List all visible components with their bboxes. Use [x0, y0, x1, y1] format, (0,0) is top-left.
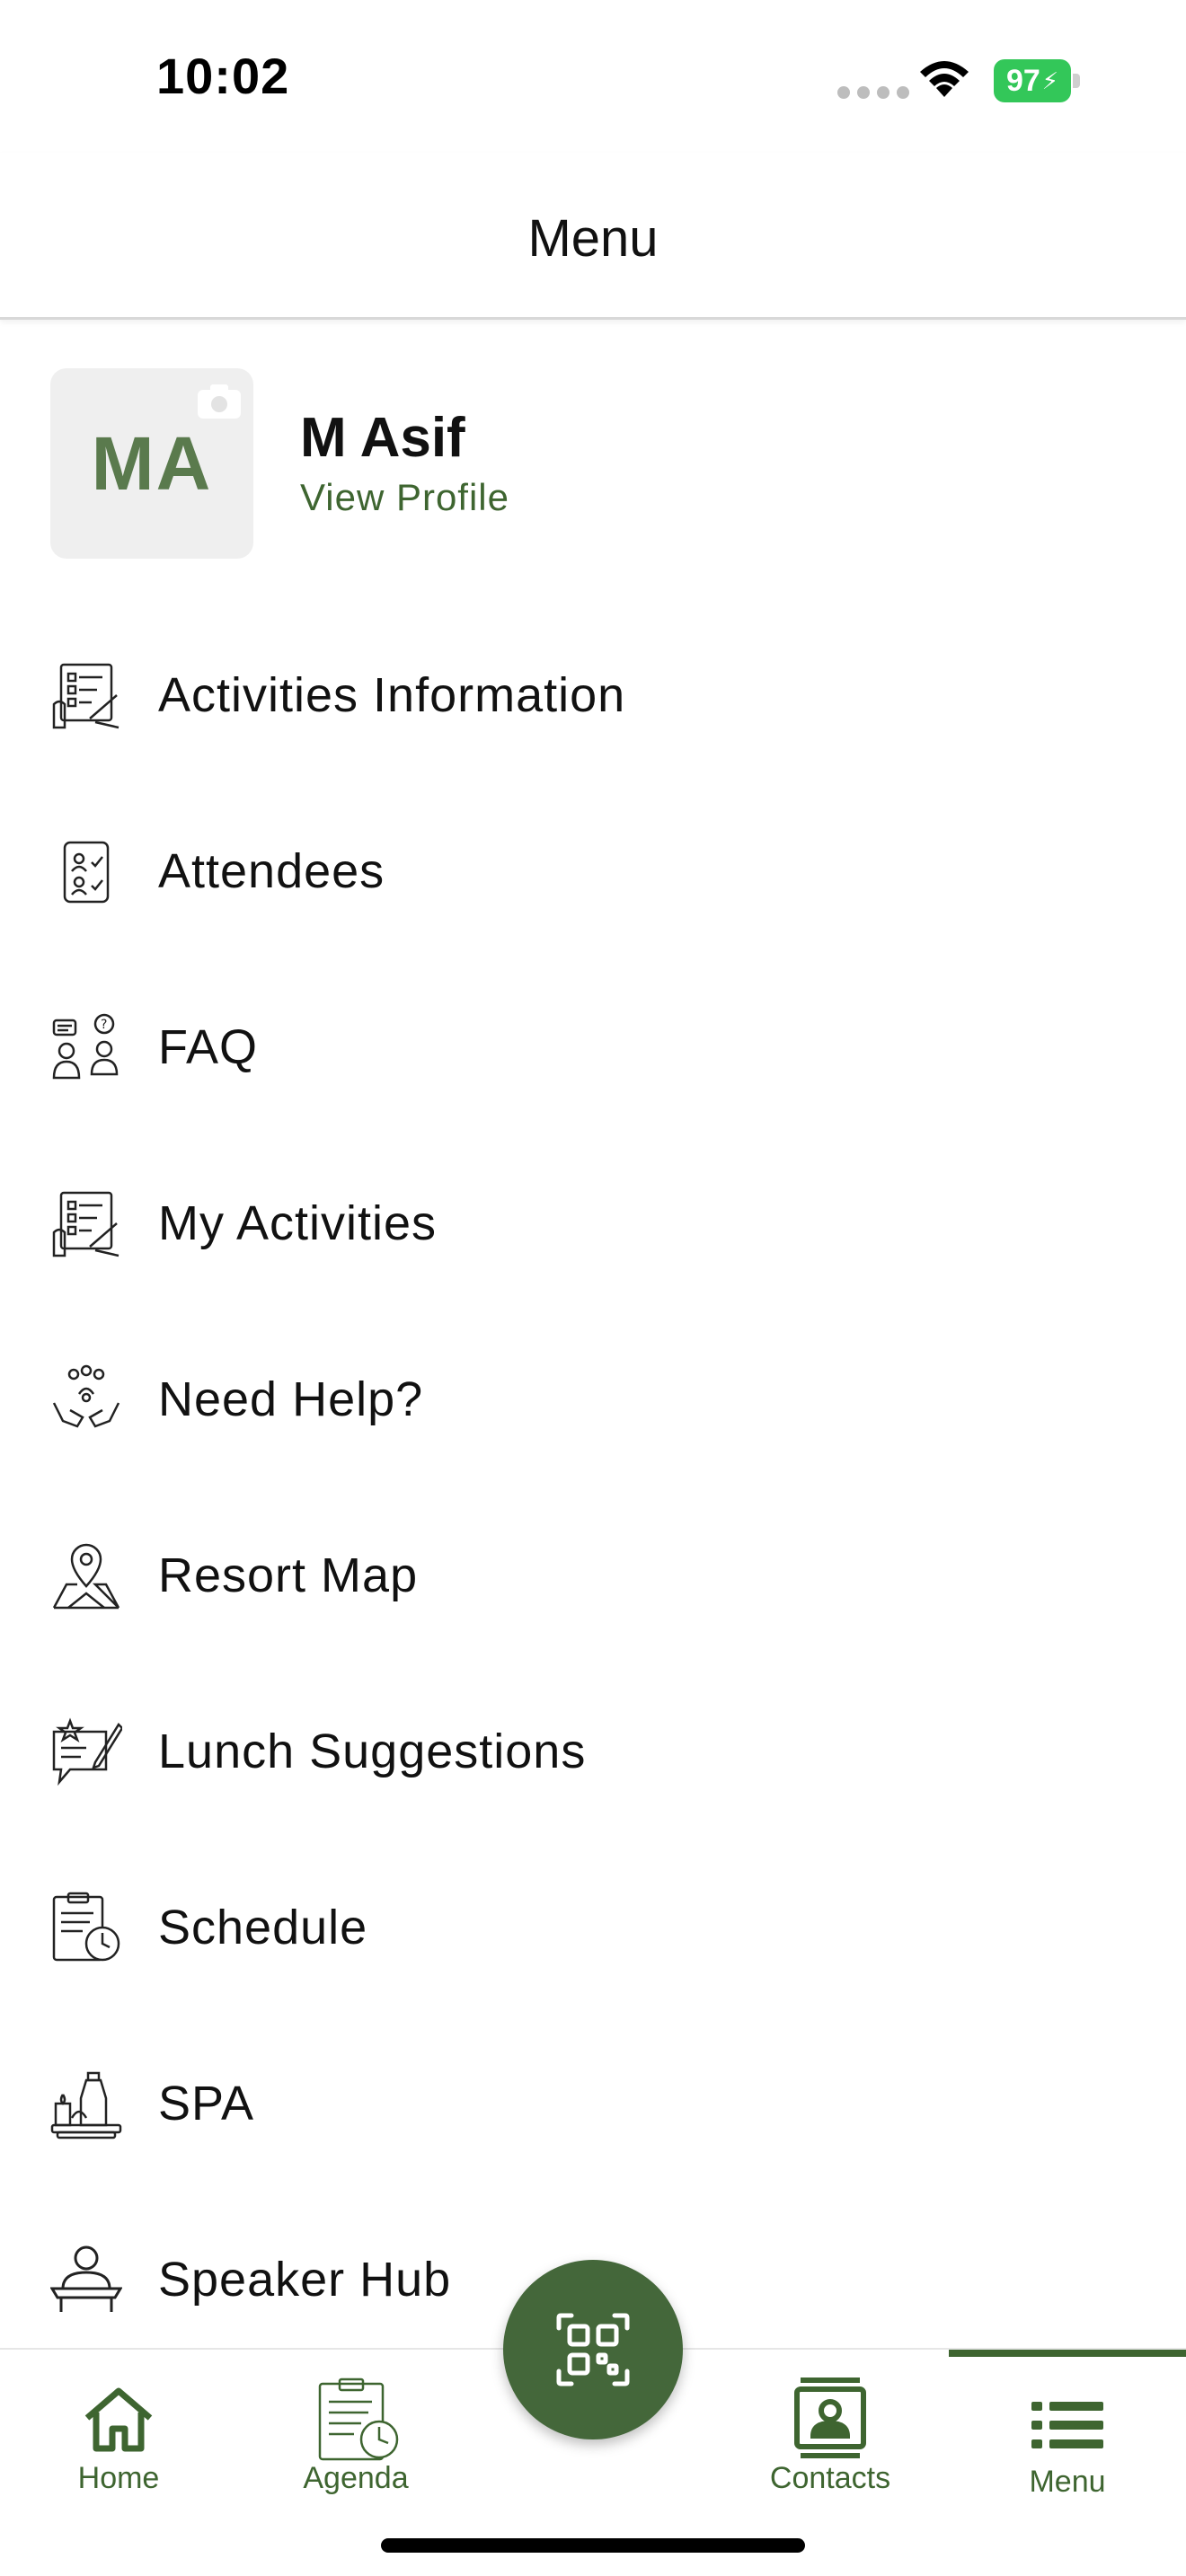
- my-activities-clipboard-icon: [52, 1191, 119, 1257]
- faq-people-icon: ?: [52, 1013, 119, 1080]
- status-time: 10:02: [156, 48, 290, 104]
- menu-list: Activities Information Attendees ? FAQ M…: [0, 607, 1186, 2368]
- attendees-list-icon: [63, 841, 110, 904]
- svg-text:?: ?: [101, 1018, 107, 1032]
- battery-level: 97: [1005, 63, 1040, 98]
- menu-item-my-activities[interactable]: My Activities: [0, 1135, 1186, 1311]
- page-title: Menu: [527, 209, 659, 268]
- tab-menu[interactable]: Menu: [949, 2350, 1186, 2529]
- map-pin-icon: [52, 1543, 120, 1610]
- menu-item-schedule[interactable]: Schedule: [0, 1839, 1186, 2016]
- profile-card[interactable]: MA M Asif View Profile: [50, 368, 1137, 560]
- home-icon: [84, 2387, 153, 2452]
- battery-icon: 97 ⚡: [994, 59, 1080, 102]
- navigation-header: Menu: [0, 153, 1186, 320]
- menu-item-label: Resort Map: [158, 1548, 419, 1602]
- home-indicator: [381, 2538, 805, 2553]
- menu-item-attendees[interactable]: Attendees: [0, 783, 1186, 959]
- qr-scan-button[interactable]: [503, 2260, 683, 2439]
- suggestion-chat-icon: [52, 1717, 122, 1786]
- menu-item-label: Activities Information: [158, 668, 626, 722]
- menu-item-label: Attendees: [158, 844, 385, 898]
- tab-label-agenda: Agenda: [303, 2461, 409, 2495]
- menu-item-label: My Activities: [158, 1196, 438, 1250]
- contacts-book-icon: [794, 2378, 866, 2458]
- qr-code-icon: [556, 2313, 630, 2386]
- status-bar: 10:02 97 ⚡: [0, 0, 1186, 153]
- tab-agenda[interactable]: Agenda: [237, 2350, 474, 2529]
- menu-item-spa[interactable]: SPA: [0, 2016, 1186, 2192]
- speaker-desk-icon: [50, 2245, 122, 2312]
- view-profile-link[interactable]: View Profile: [300, 476, 509, 519]
- menu-item-label: Need Help?: [158, 1372, 424, 1426]
- profile-name: M Asif: [300, 407, 465, 469]
- avatar-initials: MA: [91, 420, 213, 506]
- tab-contacts[interactable]: Contacts: [712, 2350, 949, 2529]
- menu-item-need-help[interactable]: Need Help?: [0, 1311, 1186, 1487]
- menu-item-label: FAQ: [158, 1020, 259, 1074]
- menu-item-label: Speaker Hub: [158, 2253, 452, 2307]
- list-menu-icon: [1031, 2402, 1103, 2448]
- agenda-schedule-icon: [318, 2378, 399, 2461]
- menu-item-lunch-suggestions[interactable]: Lunch Suggestions: [0, 1663, 1186, 1839]
- menu-item-label: Lunch Suggestions: [158, 1725, 587, 1778]
- tab-home[interactable]: Home: [0, 2350, 237, 2529]
- tab-label-contacts: Contacts: [769, 2461, 891, 2495]
- menu-item-label: SPA: [158, 2077, 255, 2130]
- helping-hands-icon: [52, 1364, 120, 1428]
- camera-icon[interactable]: [196, 383, 243, 420]
- schedule-clock-icon: [52, 1892, 120, 1962]
- wifi-icon: [920, 61, 969, 97]
- menu-item-faq[interactable]: ? FAQ: [0, 959, 1186, 1135]
- menu-item-resort-map[interactable]: Resort Map: [0, 1487, 1186, 1663]
- tab-label-home: Home: [77, 2461, 160, 2495]
- menu-screen: 10:02 97 ⚡ Menu MA M Asif View Profile A…: [0, 0, 1186, 2576]
- tab-label-menu: Menu: [1029, 2465, 1106, 2499]
- activities-clipboard-icon: [52, 663, 119, 729]
- spa-icon: [50, 2071, 122, 2139]
- menu-item-label: Schedule: [158, 1901, 368, 1954]
- avatar[interactable]: MA: [50, 368, 253, 559]
- cellular-signal-icon: [837, 86, 909, 99]
- menu-item-activities-information[interactable]: Activities Information: [0, 607, 1186, 783]
